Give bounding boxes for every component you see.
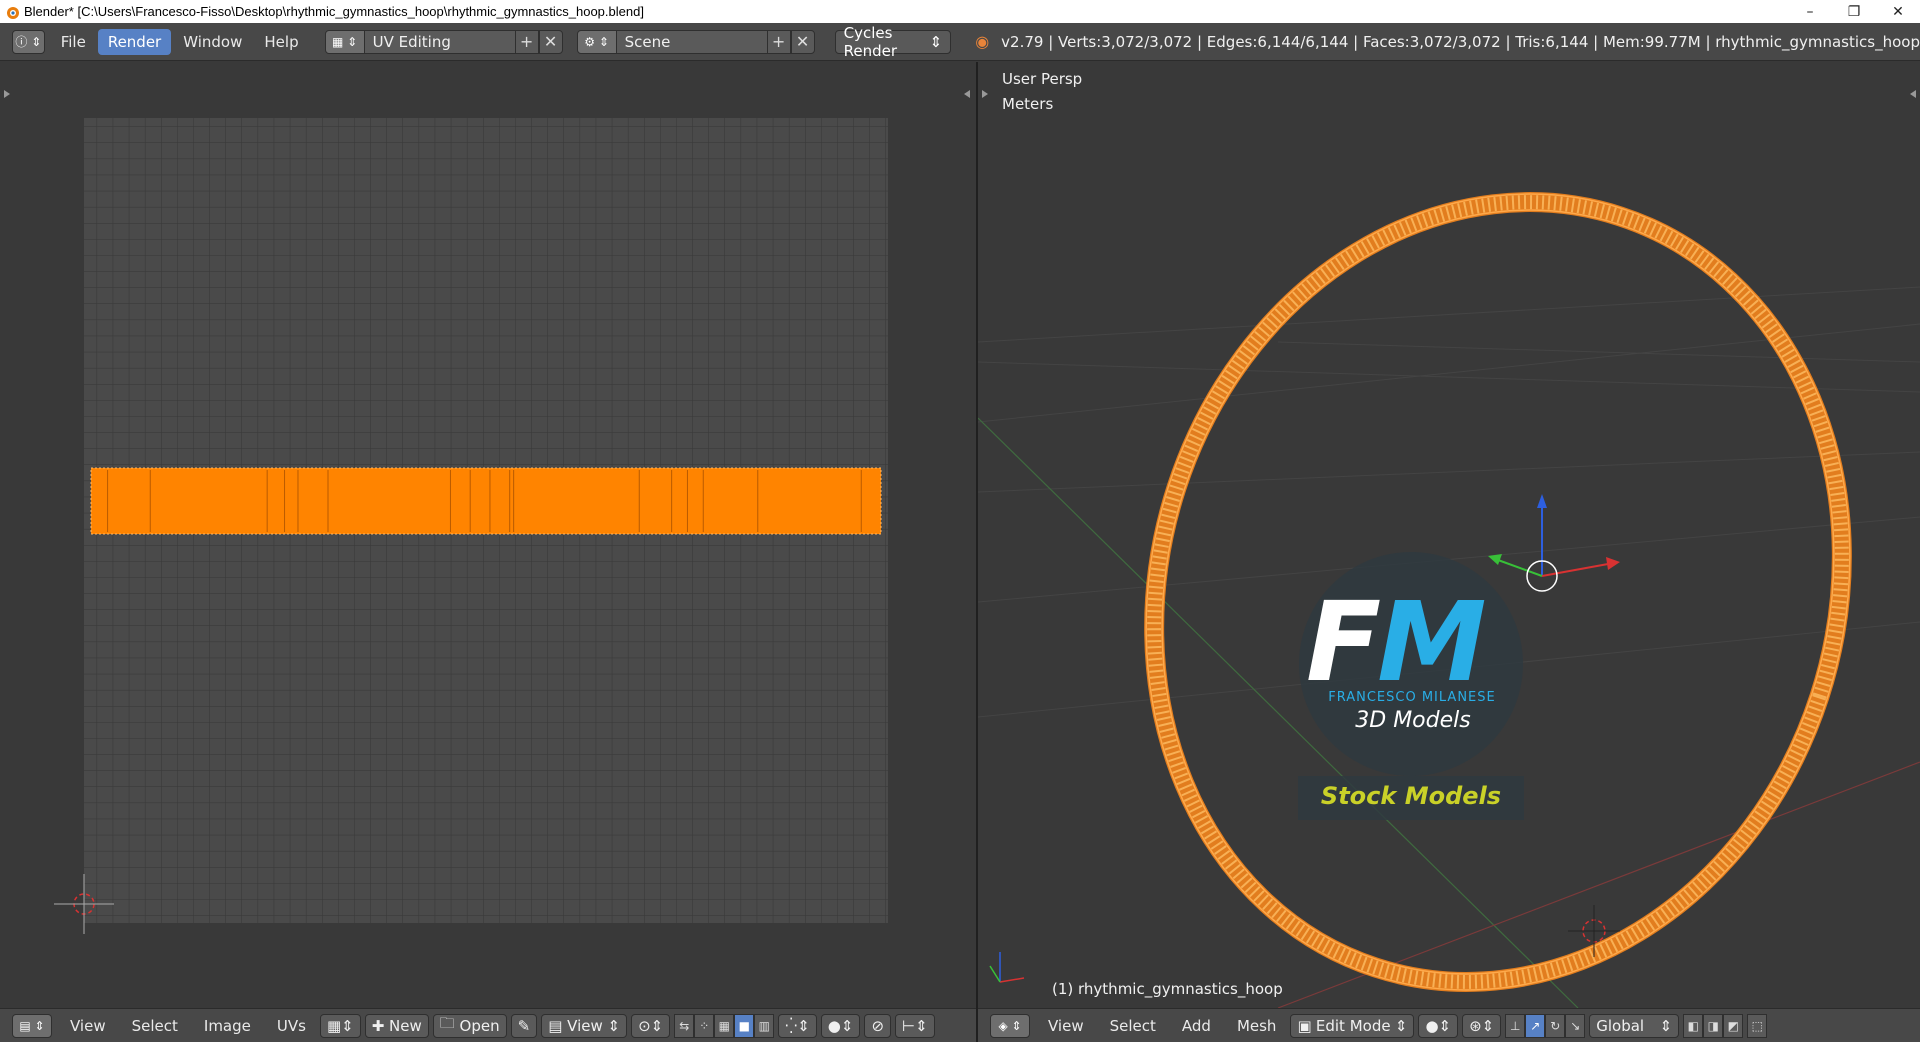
hoop-mesh[interactable]: [1044, 102, 1920, 1008]
add-scene-icon[interactable]: +: [766, 29, 791, 54]
manipulator-toggle-icon[interactable]: ⊥: [1505, 1013, 1526, 1038]
new-image-button[interactable]: ✚ New: [364, 1013, 429, 1038]
island-select-icon[interactable]: ▥: [754, 1013, 775, 1038]
render-engine-label: Cycles Render: [843, 23, 897, 60]
dropdown-arrows-icon: ⇕: [1659, 1016, 1673, 1035]
shading-mode-icon[interactable]: ●⇕: [1418, 1013, 1459, 1038]
open-image-button[interactable]: 🗀 Open: [432, 1013, 507, 1038]
window-title-bar: Blender* [C:\Users\Francesco-Fisso\Deskt…: [0, 0, 1920, 23]
uv-menu-select[interactable]: Select: [120, 1014, 190, 1038]
watermark-line1: 3D Models: [1355, 708, 1471, 733]
screen-layout-icon[interactable]: ▦ ⇕: [324, 29, 365, 54]
uv-strip-body[interactable]: [90, 467, 882, 535]
viewport-footer: ◈ ⇕ View Select Add Mesh ▣ Edit Mode ⇕ ●⇕ …: [978, 1008, 1920, 1042]
3d-viewport[interactable]: User Persp Meters (1) rhythmic_gymnastic…: [978, 62, 1920, 1012]
transform-orientation-dropdown[interactable]: Global ⇕: [1589, 1013, 1680, 1038]
uv-menu-uvs[interactable]: UVs: [265, 1014, 318, 1038]
vertex-select-icon[interactable]: ⁘: [694, 1013, 715, 1038]
stats-text: v2.79 | Verts:3,072/3,072 | Edges:6,144/…: [1001, 32, 1920, 51]
snap-icon[interactable]: ⊘: [864, 1013, 892, 1038]
face-select-mode-icon[interactable]: ◩: [1723, 1013, 1744, 1038]
image-icon: ▤: [548, 1016, 568, 1035]
edge-select-mode-icon[interactable]: ◨: [1703, 1013, 1724, 1038]
vp-menu-add[interactable]: Add: [1170, 1014, 1223, 1038]
blender-logo-icon: ◉: [975, 32, 990, 51]
view-mode-label: View: [567, 1016, 603, 1035]
uv-menu-image[interactable]: Image: [192, 1014, 263, 1038]
watermark-brand: FRANCESCO MILANESE: [1328, 690, 1496, 705]
pivot-point-icon[interactable]: ⊛⇕: [1462, 1013, 1502, 1038]
scene-field[interactable]: Scene: [616, 29, 767, 54]
sticky-mode-icon[interactable]: ⁛⇕: [778, 1013, 817, 1038]
viewport-toolbar-expand-icon[interactable]: [982, 90, 988, 98]
translate-manipulator-icon[interactable]: ↗: [1525, 1013, 1546, 1038]
uv-properties-expand-icon[interactable]: [964, 90, 970, 98]
menu-render[interactable]: Render: [97, 28, 172, 55]
screen-layout-selector: ▦ ⇕ UV Editing + ✕: [324, 29, 563, 54]
uv-editor[interactable]: [0, 62, 976, 1012]
dropdown-arrows-icon: ⇕: [1394, 1016, 1408, 1035]
menu-help[interactable]: Help: [254, 29, 308, 55]
uv-editor-type-icon[interactable]: ▤ ⇕: [12, 1013, 52, 1038]
menu-file[interactable]: File: [51, 29, 96, 55]
units-label: Meters: [1002, 95, 1054, 113]
uv-editor-footer: ▤ ⇕ View Select Image UVs ▦⇕ ✚ New 🗀 Ope…: [0, 1008, 976, 1042]
active-object-label: (1) rhythmic_gymnastics_hoop: [1052, 980, 1283, 998]
window-title: Blender* [C:\Users\Francesco-Fisso\Deskt…: [24, 4, 644, 19]
uv-island-strip[interactable]: [90, 467, 882, 535]
info-header: ⓘ ⇕ File Render Window Help ▦ ⇕ UV Editi…: [0, 23, 1920, 61]
edge-select-icon[interactable]: ▦: [714, 1013, 735, 1038]
add-screen-icon[interactable]: +: [514, 29, 539, 54]
interaction-mode-dropdown[interactable]: ▣ Edit Mode ⇕: [1290, 1013, 1415, 1038]
close-button[interactable]: ✕: [1876, 0, 1920, 23]
delete-scene-icon[interactable]: ✕: [790, 29, 815, 54]
orientation-label: Global: [1596, 1016, 1645, 1035]
viewport-editor-type-icon[interactable]: ◈ ⇕: [990, 1013, 1030, 1038]
scene-stats: ◉ v2.79 | Verts:3,072/3,072 | Edges:6,14…: [975, 32, 1920, 51]
view-mode-dropdown[interactable]: ▤ View ⇕: [541, 1013, 628, 1038]
dropdown-arrows-icon: ⇕: [929, 32, 943, 51]
new-image-label: New: [389, 1016, 422, 1035]
vp-menu-mesh[interactable]: Mesh: [1225, 1014, 1289, 1038]
image-browse-icon[interactable]: ▦⇕: [319, 1013, 361, 1038]
folder-icon: 🗀: [439, 1014, 460, 1032]
uv-toolbar-expand-icon[interactable]: [4, 90, 10, 98]
uv-canvas[interactable]: [0, 62, 976, 1008]
pivot-icon[interactable]: ⊙⇕: [631, 1013, 671, 1038]
limit-selection-icon[interactable]: ⬚: [1747, 1013, 1768, 1038]
view-name-label: User Persp: [1002, 70, 1083, 88]
watermark-fm-logo: FM: [1306, 578, 1487, 706]
scale-manipulator-icon[interactable]: ↘: [1565, 1013, 1586, 1038]
scene-selector: ⚙ ⇕ Scene + ✕: [576, 29, 815, 54]
open-image-label: Open: [459, 1016, 500, 1035]
restore-button[interactable]: ❐: [1832, 0, 1876, 23]
screen-layout-field[interactable]: UV Editing: [364, 29, 515, 54]
sync-selection-icon[interactable]: ⇆: [674, 1013, 695, 1038]
viewport-properties-expand-icon[interactable]: [1910, 90, 1916, 98]
vertex-select-mode-icon[interactable]: ◧: [1683, 1013, 1704, 1038]
delete-screen-icon[interactable]: ✕: [538, 29, 563, 54]
viewport-canvas[interactable]: [978, 62, 1920, 1008]
proportional-edit-icon[interactable]: ●⇕: [820, 1013, 861, 1038]
menu-window[interactable]: Window: [173, 29, 252, 55]
pin-icon[interactable]: ✎: [510, 1013, 538, 1038]
face-select-icon[interactable]: ■: [734, 1013, 755, 1038]
vp-menu-view[interactable]: View: [1036, 1014, 1096, 1038]
snap-element-icon[interactable]: ⊢⇕: [895, 1013, 935, 1038]
watermark-line2: Stock Models: [1320, 782, 1502, 810]
blender-logo-icon: [7, 6, 19, 19]
uv-menu-view[interactable]: View: [58, 1014, 118, 1038]
axis-orientation-icon: [989, 952, 1025, 983]
vp-menu-select[interactable]: Select: [1098, 1014, 1168, 1038]
minimize-button[interactable]: –: [1788, 0, 1832, 23]
plus-icon: ✚: [371, 1016, 390, 1035]
render-engine-dropdown[interactable]: Cycles Render ⇕: [834, 24, 952, 60]
edit-mode-icon: ▣: [1297, 1016, 1312, 1035]
mode-label: Edit Mode: [1315, 1016, 1391, 1035]
rotate-manipulator-icon[interactable]: ↻: [1545, 1013, 1566, 1038]
transform-manipulator-icon[interactable]: [1488, 494, 1620, 592]
scene-icon[interactable]: ⚙ ⇕: [576, 29, 617, 54]
info-editor-type-icon[interactable]: ⓘ ⇕: [12, 29, 45, 54]
